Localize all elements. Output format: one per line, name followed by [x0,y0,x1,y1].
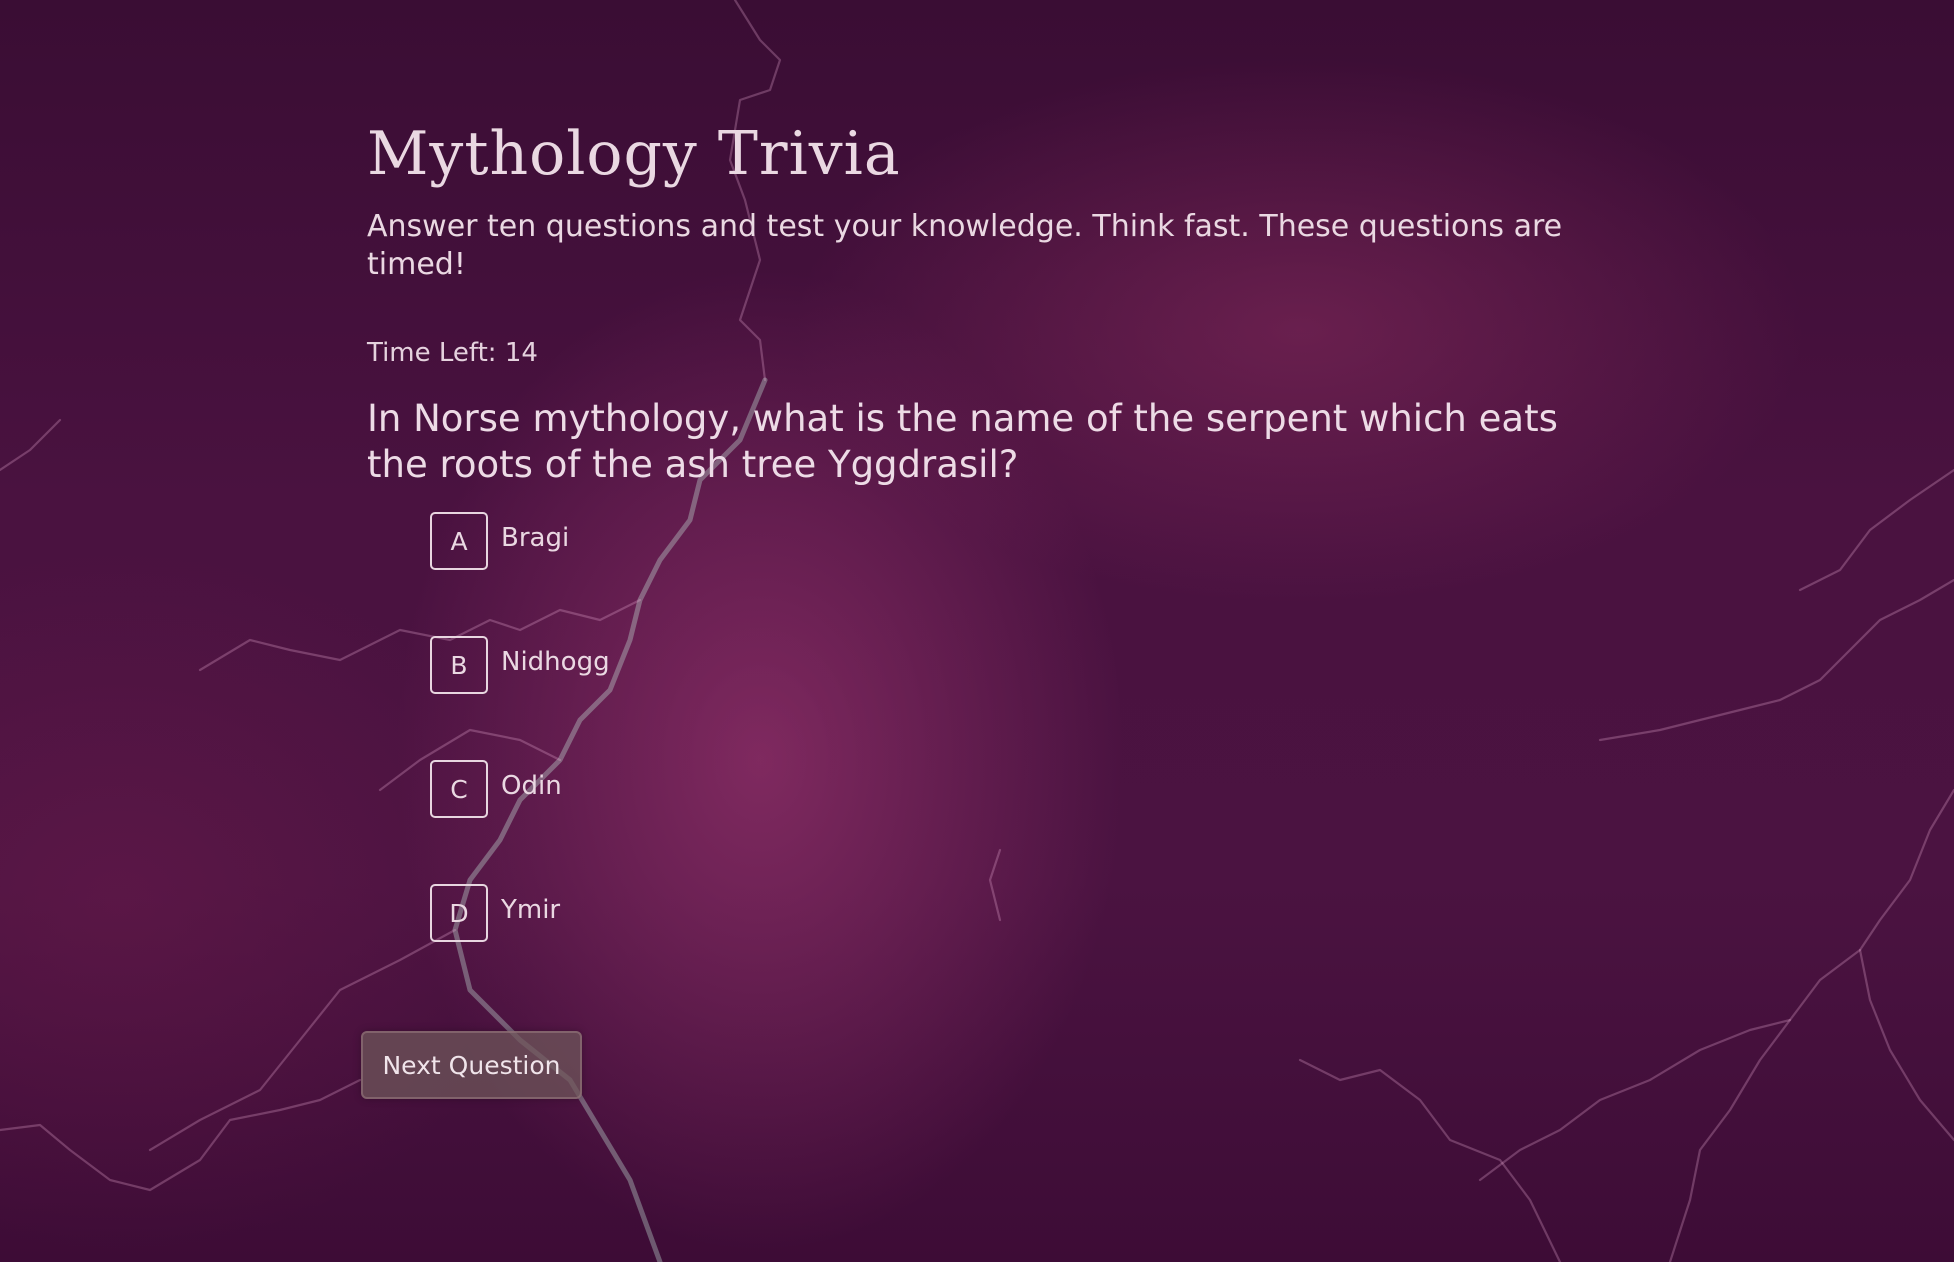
answer-label[interactable]: Ymir [501,895,560,925]
answer-letter-box[interactable]: A [430,512,488,570]
page-title: Mythology Trivia [367,119,901,189]
answer-option-c[interactable]: C Odin [430,758,1567,820]
answer-option-a[interactable]: A Bragi [430,510,1567,572]
answer-label[interactable]: Nidhogg [501,647,610,677]
answer-letter-box[interactable]: D [430,884,488,942]
answer-label[interactable]: Bragi [501,523,569,553]
timer-text: Time Left: 14 [367,338,538,368]
answer-list: A Bragi B Nidhogg C Odin D Ymir [430,510,1567,944]
page-subtitle: Answer ten questions and test your knowl… [367,209,1563,282]
answer-option-d[interactable]: D Ymir [430,882,1567,944]
quiz-container: Mythology Trivia Answer ten questions an… [367,112,1567,1006]
question-text: In Norse mythology, what is the name of … [367,397,1558,486]
next-question-button[interactable]: Next Question [361,1031,582,1099]
answer-letter-box[interactable]: C [430,760,488,818]
answer-label[interactable]: Odin [501,771,562,801]
answer-letter-box[interactable]: B [430,636,488,694]
answer-option-b[interactable]: B Nidhogg [430,634,1567,696]
